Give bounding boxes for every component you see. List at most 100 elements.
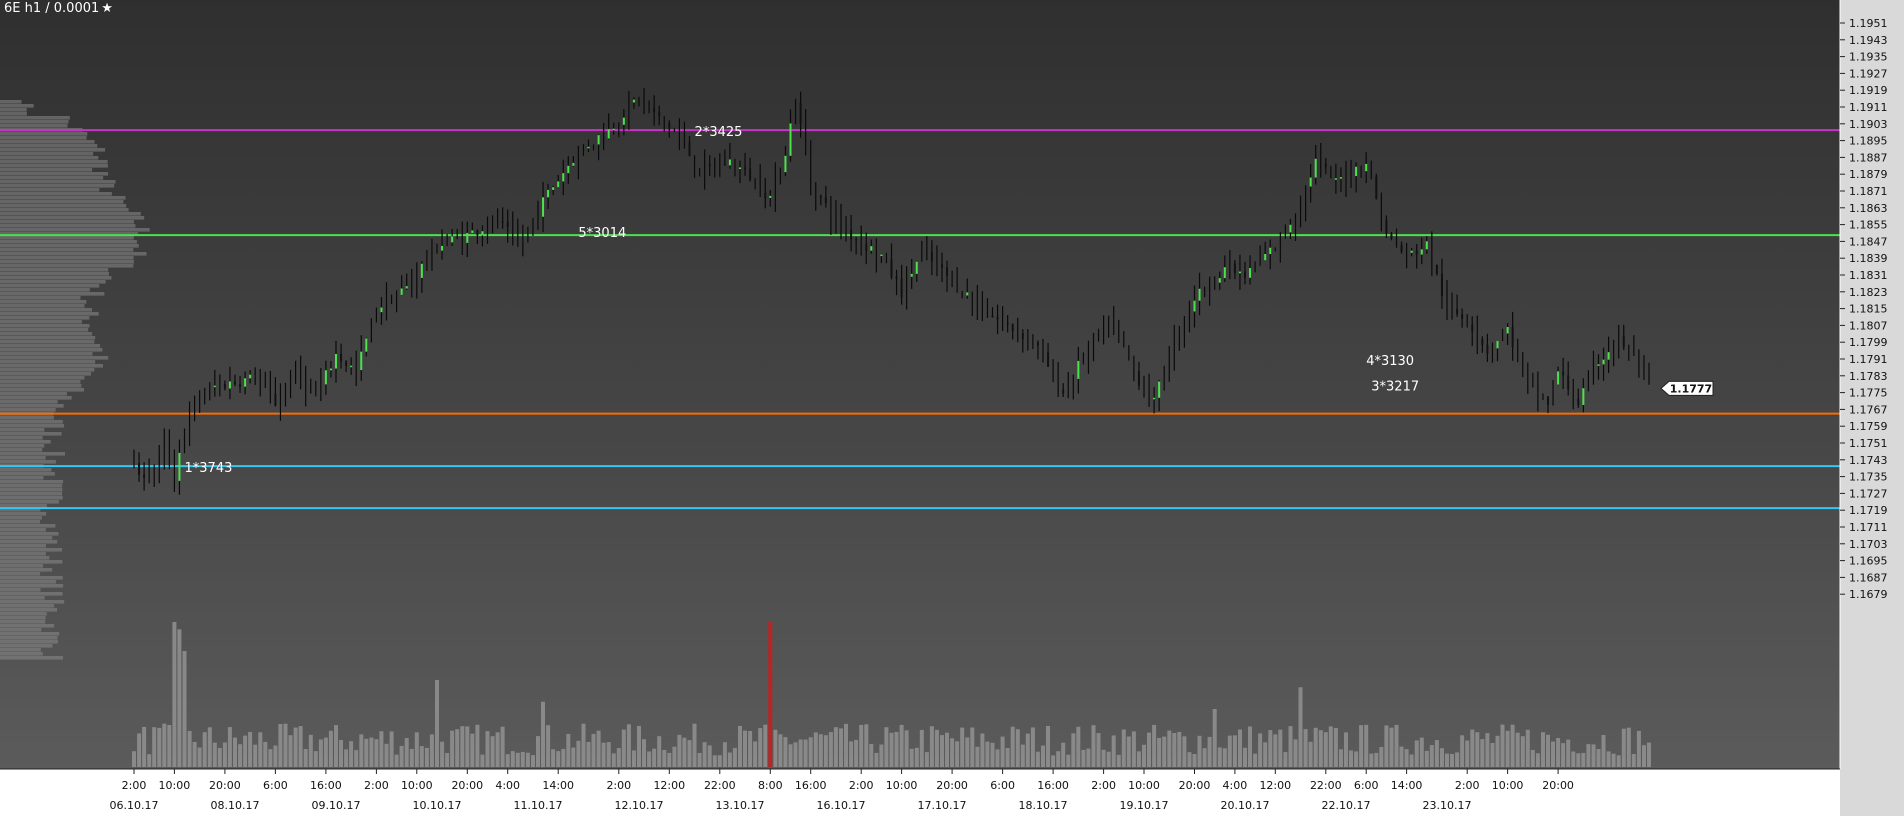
volume-bar — [1293, 739, 1298, 767]
volume-bar — [1035, 751, 1040, 767]
profile-bar — [0, 640, 58, 644]
candle-body — [1582, 388, 1585, 405]
candle-body — [143, 474, 146, 478]
profile-bar — [0, 556, 50, 560]
candle-body — [1400, 244, 1403, 252]
candle-body — [668, 123, 671, 130]
candle-body — [764, 192, 767, 198]
candle-body — [880, 254, 883, 257]
profile-bar — [0, 560, 63, 564]
time-tick-label: 22:00 — [704, 779, 736, 792]
volume-bar — [1434, 740, 1439, 767]
profile-bar — [0, 544, 46, 548]
volume-bar — [1323, 732, 1328, 767]
volume-bar — [187, 731, 192, 767]
volume-bar — [849, 741, 854, 767]
date-label: 22.10.17 — [1322, 799, 1371, 812]
volume-bar — [490, 736, 495, 767]
volume-bar — [844, 723, 848, 767]
volume-bar — [1647, 742, 1651, 767]
volume-bar — [551, 749, 556, 767]
volume-bar — [1005, 748, 1010, 767]
profile-bar — [0, 200, 124, 204]
volume-bar — [1586, 744, 1591, 767]
candle-body — [1506, 327, 1509, 334]
volume-bar — [1172, 733, 1177, 767]
price-chart[interactable]: 1.19001.18501.17651.17401.1720 1.1777 1*… — [0, 0, 1904, 816]
volume-bar — [1147, 732, 1151, 767]
volume-bar — [753, 741, 758, 767]
profile-bar — [0, 256, 134, 260]
volume-bar — [1025, 733, 1030, 767]
volume-bar — [1642, 745, 1646, 767]
price-tick-label: 1.1935 — [1849, 51, 1888, 64]
volume-bar — [1369, 753, 1374, 767]
candle-body — [824, 196, 827, 204]
time-tick-label: 20:00 — [1179, 779, 1211, 792]
time-axis[interactable]: 2:00 10:00 20:00 6:00 16:00 2:00 10:00 20:00 4:0… — [0, 768, 1840, 816]
volume-bar — [531, 755, 535, 767]
candle-body — [1153, 397, 1156, 400]
volume-bar — [1631, 754, 1636, 767]
volume-bar — [823, 735, 828, 767]
volume-bar — [945, 732, 949, 767]
profile-bar — [0, 276, 112, 280]
profile-bar — [0, 348, 103, 352]
volume-bar — [354, 750, 359, 767]
profile-bar — [0, 620, 46, 624]
volume-bar — [445, 753, 450, 767]
candle-body — [1233, 263, 1236, 274]
volume-bar — [1576, 753, 1581, 767]
volume-bar — [1212, 709, 1217, 767]
volume-bar — [692, 723, 697, 767]
volume-bar — [712, 755, 717, 767]
time-tick-label: 6:00 — [1354, 779, 1379, 792]
profile-bar — [0, 576, 63, 580]
volume-bar — [965, 737, 970, 767]
volume-bar — [515, 752, 520, 767]
level-annotation: 4*3130 — [1366, 354, 1414, 369]
volume-bar — [384, 743, 389, 767]
volume-bar — [758, 728, 763, 767]
candle-body — [234, 381, 236, 385]
candle-body — [632, 99, 635, 103]
volume-bar — [647, 751, 652, 767]
profile-bar — [0, 272, 109, 276]
time-tick-label: 10:00 — [1492, 779, 1524, 792]
profile-bar — [0, 248, 134, 252]
volume-bar — [975, 746, 980, 767]
volume-bar — [485, 731, 490, 767]
volume-bar — [1394, 724, 1399, 767]
profile-bar — [0, 236, 134, 240]
volume-bar — [480, 754, 485, 767]
candle-body — [365, 338, 368, 352]
volume-bar — [1505, 730, 1510, 767]
volume-bar — [1500, 724, 1505, 767]
star-icon[interactable]: ★ — [101, 1, 113, 16]
profile-bar — [0, 172, 109, 176]
volume-histogram — [132, 622, 1651, 768]
candle-body — [1264, 254, 1267, 261]
candle-body — [1481, 338, 1484, 345]
volume-bar — [1253, 753, 1258, 767]
candle-body — [1198, 288, 1201, 301]
date-label: 18.10.17 — [1019, 799, 1068, 812]
volume-bar — [1510, 724, 1515, 767]
volume-bar — [475, 724, 480, 767]
volume-bar — [424, 747, 429, 767]
volume-bar — [1187, 752, 1192, 767]
volume-bar — [495, 732, 500, 767]
volume-bar — [556, 751, 561, 767]
candle-body — [1410, 250, 1413, 253]
volume-bar — [833, 727, 838, 767]
candle-body — [966, 292, 969, 296]
profile-bar — [0, 360, 96, 364]
profile-bar — [0, 332, 93, 336]
volume-bar — [839, 728, 843, 767]
candle-body — [1607, 352, 1610, 360]
candle-body — [324, 370, 327, 385]
volume-bar — [934, 729, 939, 767]
volume-bar — [1066, 754, 1071, 767]
volume-bar — [192, 742, 197, 767]
price-axis[interactable]: 1.1951 1.1943 1.1935 1.1927 1.1919 1.1911 1.19… — [1839, 0, 1904, 816]
